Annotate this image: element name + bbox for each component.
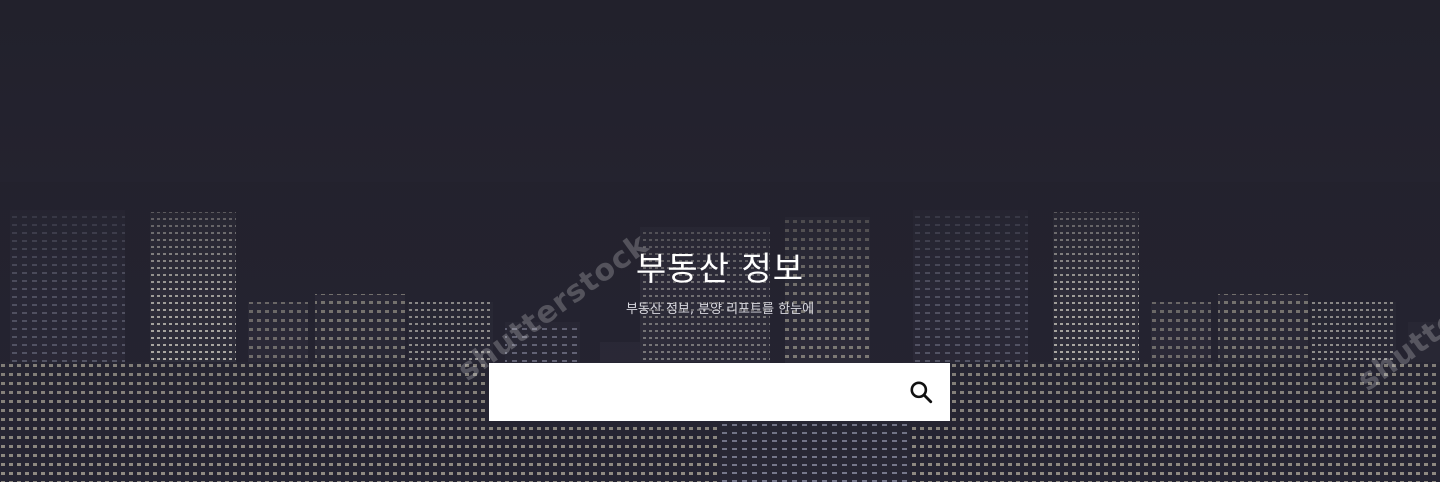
search-input[interactable] [489,363,892,421]
search-bar [489,363,950,421]
hero-banner: shutterstock shutterstock 부동산 정보 부동산 정보,… [0,0,1440,482]
hero-content: 부동산 정보 부동산 정보, 분양 리포트를 한눈에 [0,0,1440,482]
page-subtitle: 부동산 정보, 분양 리포트를 한눈에 [625,302,815,317]
page-title: 부동산 정보 [635,249,805,288]
search-button[interactable] [892,363,950,421]
search-icon [910,381,933,404]
